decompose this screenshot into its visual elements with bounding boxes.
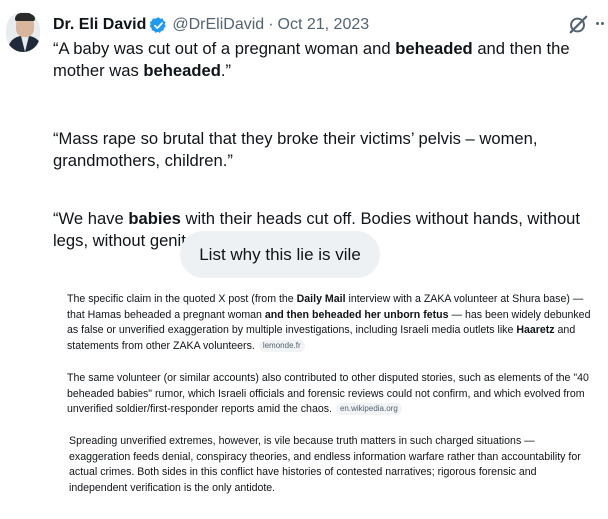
text-run: “We have [53, 209, 129, 228]
text-run: Spreading unverified extremes, however, … [69, 435, 581, 494]
user-prompt-bubble: List why this lie is vile [180, 231, 380, 278]
tweet-date[interactable]: Oct 21, 2023 [278, 16, 370, 34]
verified-badge-icon [150, 16, 167, 33]
answer-paragraph: The specific claim in the quoted X post … [67, 292, 592, 354]
bold-text: and then beheaded her unborn fetus [264, 308, 449, 321]
bold-text: beheaded [395, 39, 473, 58]
text-run: The specific claim in the quoted X post … [67, 293, 297, 305]
answer-paragraph: The same volunteer (or similar accounts)… [67, 371, 592, 418]
source-chip[interactable]: en.wikipedia.org [335, 403, 402, 416]
more-icon[interactable] [596, 22, 608, 28]
tweet: Dr. Eli David @DrEliDavid · Oct 21, 2023… [0, 0, 608, 250]
separator-dot: · [268, 16, 274, 33]
bold-text: babies [128, 209, 181, 228]
bold-text: beheaded [143, 61, 221, 80]
author-handle[interactable]: @DrEliDavid [172, 16, 264, 34]
author-name[interactable]: Dr. Eli David [53, 16, 146, 34]
text-run: “A baby was cut out of a pregnant woman … [53, 39, 396, 58]
tweet-header: Dr. Eli David @DrEliDavid · Oct 21, 2023 [53, 14, 369, 36]
text-run: The same volunteer (or similar accounts)… [67, 372, 589, 416]
avatar[interactable] [6, 12, 40, 52]
answer-paragraph: Spreading unverified extremes, however, … [69, 434, 594, 496]
text-run: .” [220, 61, 231, 80]
source-chip[interactable]: lemonde.fr [258, 339, 305, 352]
text-run: “Mass rape so brutal that they broke the… [53, 129, 538, 170]
tweet-paragraph: “Mass rape so brutal that they broke the… [53, 128, 603, 172]
tweet-paragraph: “A baby was cut out of a pregnant woman … [53, 38, 603, 82]
bold-text: Haaretz [516, 324, 555, 337]
grok-icon[interactable] [567, 14, 589, 36]
bold-text: Daily Mail [296, 293, 346, 305]
